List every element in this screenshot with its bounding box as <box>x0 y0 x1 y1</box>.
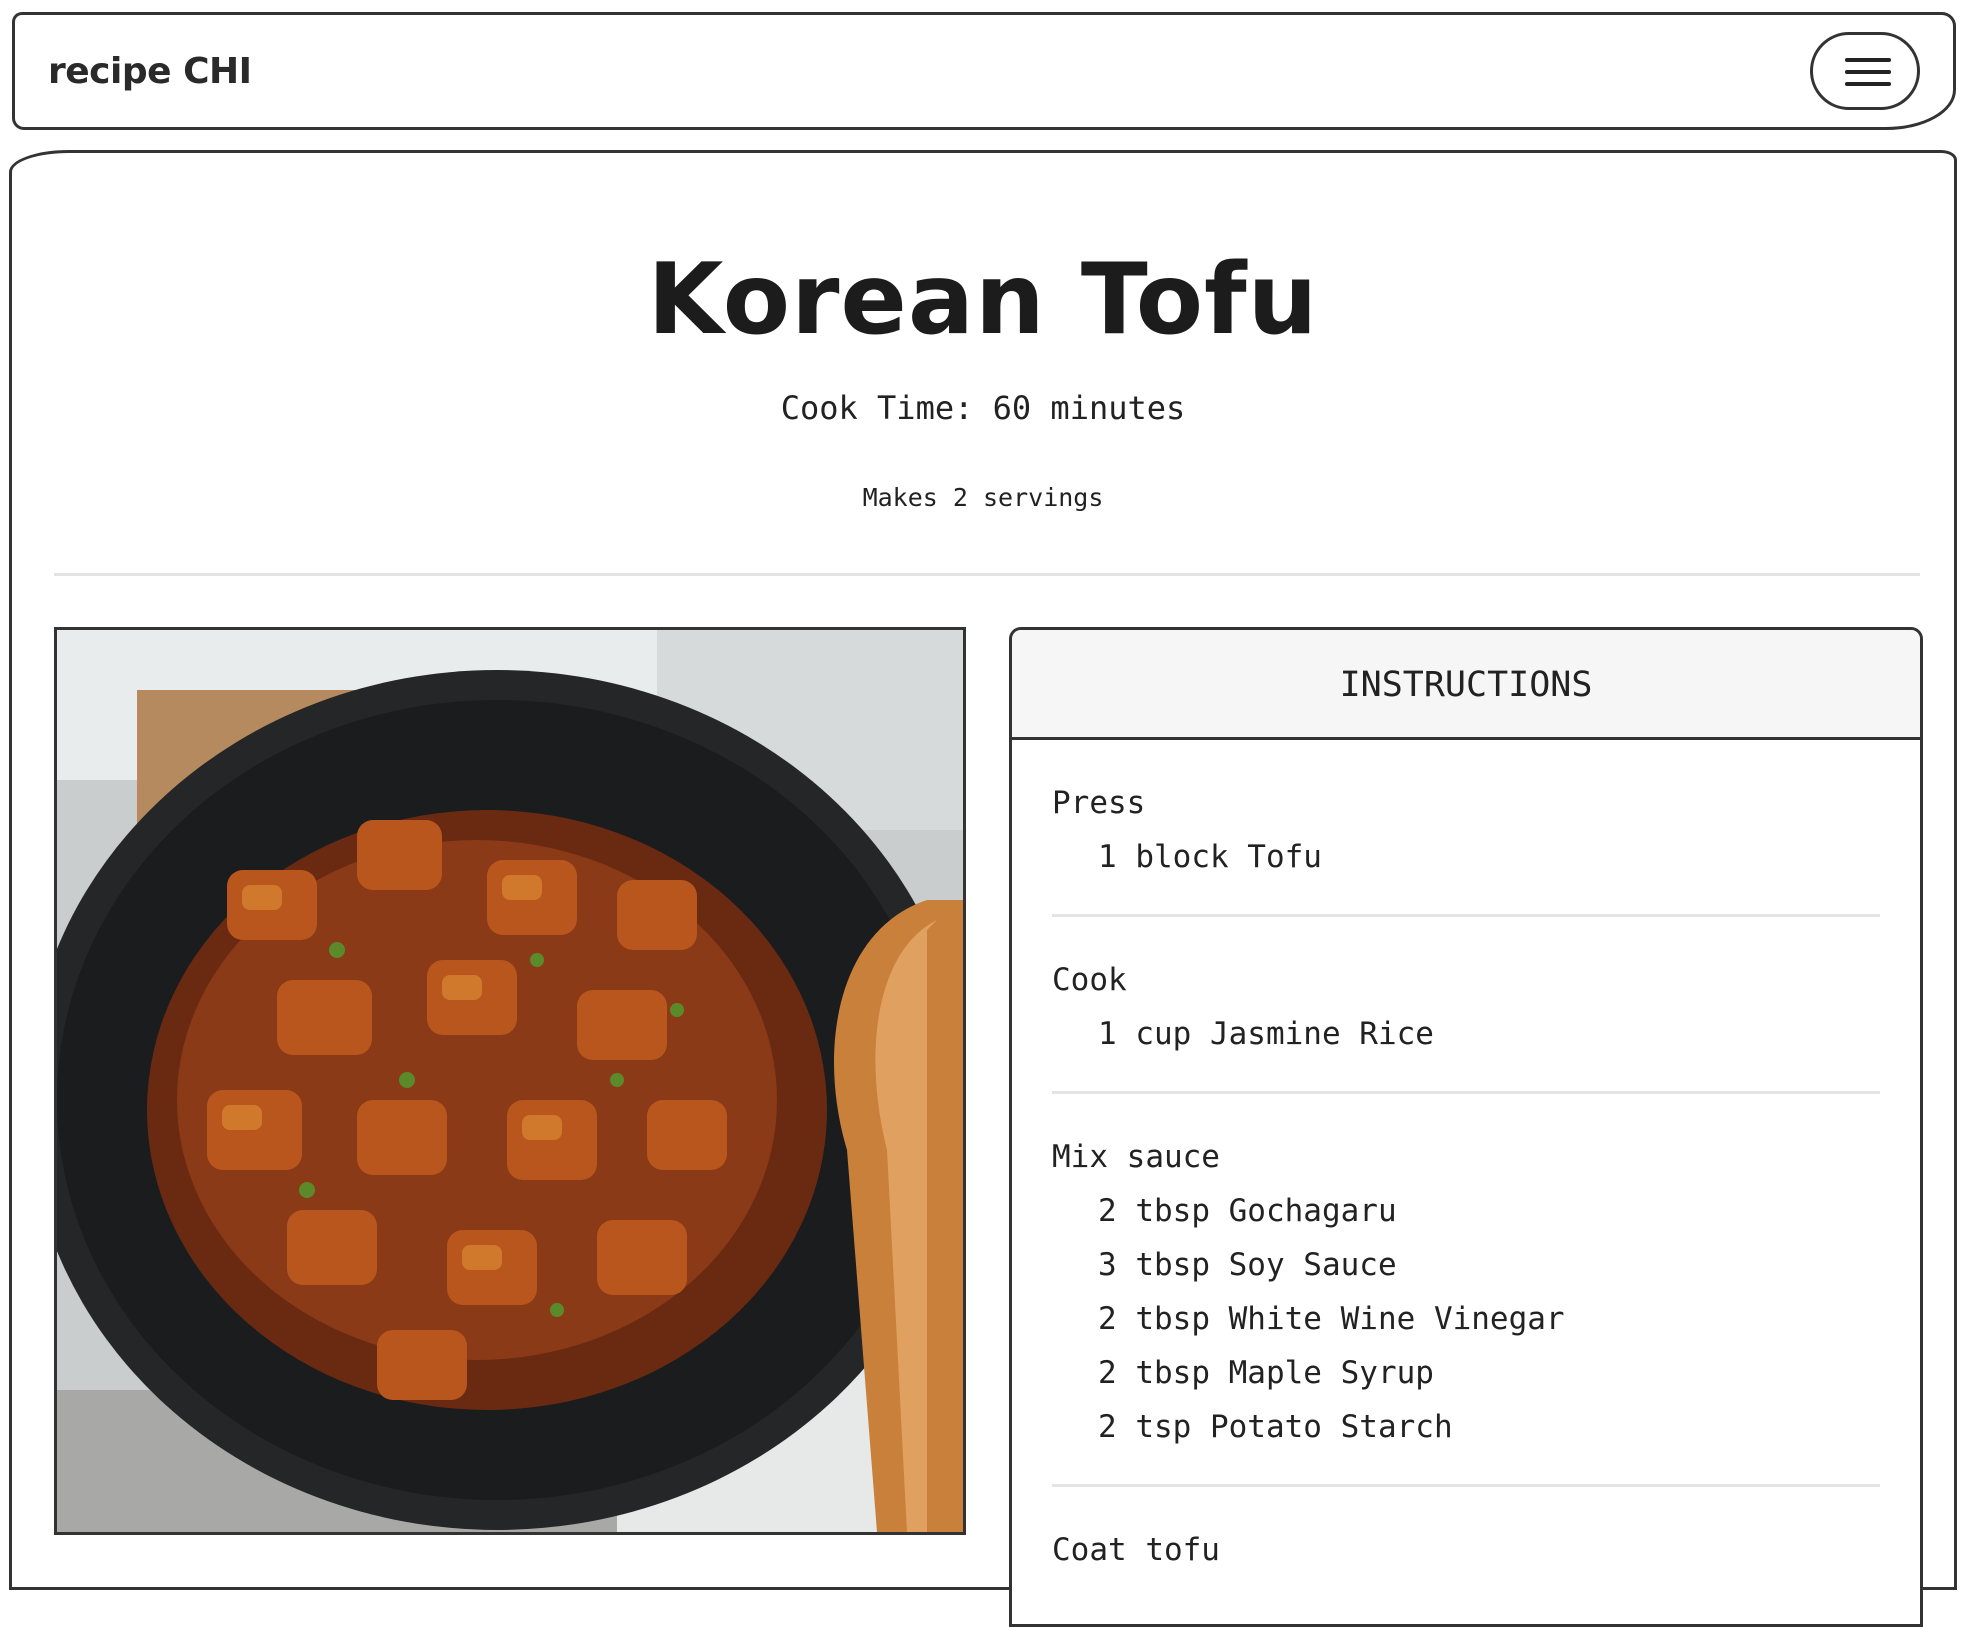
recipe-photo <box>54 627 966 1535</box>
ingredient-item: 1 cup Jasmine Rice <box>1098 1016 1434 1052</box>
divider <box>54 573 1920 576</box>
tofu-dish-photo <box>57 630 963 1532</box>
step-name: Press <box>1052 785 1146 821</box>
ingredient-item: 2 tsp Potato Starch <box>1098 1409 1453 1445</box>
navbar: recipe CHI <box>12 12 1956 130</box>
step-press: Press 1 block Tofu <box>1052 776 1880 917</box>
instructions-header: INSTRUCTIONS <box>1012 630 1920 740</box>
step-cook: Cook 1 cup Jasmine Rice <box>1052 953 1880 1094</box>
hamburger-menu-button[interactable] <box>1810 32 1920 110</box>
recipe-card: Korean Tofu Cook Time: 60 minutes Makes … <box>9 150 1957 1627</box>
step-coat-tofu: Coat tofu <box>1052 1523 1880 1607</box>
brand-logo-text[interactable]: recipe CHI <box>48 51 252 92</box>
ingredient-item: 3 tbsp Soy Sauce <box>1098 1247 1397 1283</box>
ingredient-item: 2 tbsp Maple Syrup <box>1098 1355 1434 1391</box>
ingredient-item: 1 block Tofu <box>1098 839 1322 875</box>
recipe-title: Korean Tofu <box>647 243 1319 357</box>
instructions-steps: Press 1 block Tofu Cook 1 cup Jasmine Ri… <box>1012 740 1920 1607</box>
servings: Makes 2 servings <box>862 483 1104 512</box>
step-mix-sauce: Mix sauce 2 tbsp Gochagaru 3 tbsp Soy Sa… <box>1052 1130 1880 1487</box>
ingredient-item: 2 tbsp White Wine Vinegar <box>1098 1301 1565 1337</box>
step-name: Coat tofu <box>1052 1532 1220 1568</box>
step-name: Mix sauce <box>1052 1139 1220 1175</box>
step-name: Cook <box>1052 962 1127 998</box>
cook-time: Cook Time: 60 minutes <box>780 389 1186 427</box>
ingredient-item: 2 tbsp Gochagaru <box>1098 1193 1397 1229</box>
instructions-panel: INSTRUCTIONS Press 1 block Tofu Cook 1 c… <box>1009 627 1923 1627</box>
